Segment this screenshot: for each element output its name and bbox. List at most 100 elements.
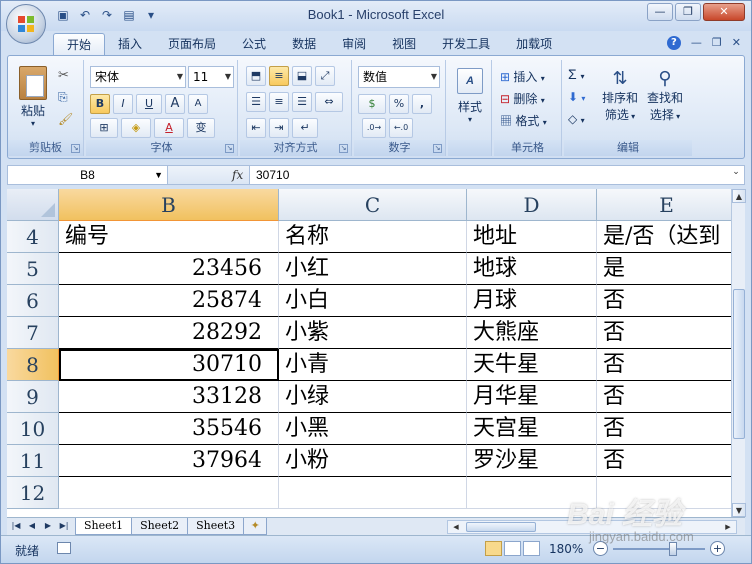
row-header[interactable]: 10 (7, 413, 59, 445)
office-button[interactable] (6, 4, 46, 44)
cell-b11[interactable]: 37964 (59, 445, 279, 477)
cell-b7[interactable]: 28292 (59, 317, 279, 349)
cell-c9[interactable]: 小绿 (279, 381, 467, 413)
next-sheet-icon[interactable]: ▶ (41, 519, 55, 533)
align-center-icon[interactable]: ≡ (269, 92, 289, 112)
row-header[interactable]: 8 (7, 349, 59, 381)
cell-c4[interactable]: 名称 (279, 221, 467, 253)
align-top-icon[interactable]: ⬒ (246, 66, 266, 86)
phonetic-button[interactable]: 变 (187, 118, 215, 138)
tab-page-layout[interactable]: 页面布局 (155, 33, 229, 55)
clipboard-launcher-icon[interactable]: ↘ (71, 144, 80, 153)
cell-e9[interactable]: 否 (597, 381, 731, 413)
name-box-dropdown-icon[interactable]: ▼ (154, 166, 163, 184)
cell-e7[interactable]: 否 (597, 317, 731, 349)
cell-b9[interactable]: 33128 (59, 381, 279, 413)
column-header-e[interactable]: E (597, 189, 731, 221)
row-header[interactable]: 7 (7, 317, 59, 349)
sheet-tab-sheet1[interactable]: Sheet1 (75, 518, 133, 535)
insert-function-icon[interactable]: fx (232, 166, 243, 184)
increase-decimal-icon[interactable]: .0→ (362, 118, 386, 138)
increase-indent-icon[interactable]: ⇥ (269, 118, 289, 138)
number-launcher-icon[interactable]: ↘ (433, 144, 442, 153)
cell-d4[interactable]: 地址 (467, 221, 597, 253)
zoom-level[interactable]: 180% (549, 542, 583, 556)
bold-button[interactable]: B (90, 94, 110, 114)
tab-home[interactable]: 开始 (53, 33, 106, 55)
tab-data[interactable]: 数据 (279, 33, 329, 55)
cell-d8[interactable]: 天牛星 (467, 349, 597, 381)
cell-c10[interactable]: 小黑 (279, 413, 467, 445)
comma-style-button[interactable]: , (412, 94, 432, 114)
expand-formula-bar-icon[interactable]: ⌄ (730, 167, 742, 183)
number-format-select[interactable]: 数值 ▼ (358, 66, 440, 88)
cell-b12[interactable] (59, 477, 279, 509)
underline-button[interactable]: U (136, 94, 162, 114)
select-all-button[interactable] (7, 189, 59, 221)
help-icon[interactable]: ? (666, 36, 681, 50)
font-color-icon[interactable]: A (154, 118, 184, 138)
formula-input[interactable]: 30710 (256, 166, 289, 184)
cell-d10[interactable]: 天宫星 (467, 413, 597, 445)
column-header-c[interactable]: C (279, 189, 467, 221)
sort-filter-button[interactable]: ⇅ 排序和 筛选 ▾ (600, 68, 640, 123)
fill-color-icon[interactable]: ◈ (121, 118, 151, 138)
scroll-down-icon[interactable]: ▼ (732, 503, 746, 517)
page-layout-view-icon[interactable] (504, 541, 521, 556)
paste-button[interactable]: 粘贴 ▾ (14, 66, 52, 128)
cell-b4[interactable]: 编号 (59, 221, 279, 253)
grow-font-button[interactable]: A (165, 94, 185, 114)
zoom-knob[interactable] (669, 542, 677, 556)
tab-developer[interactable]: 开发工具 (429, 33, 503, 55)
cell-c6[interactable]: 小白 (279, 285, 467, 317)
align-right-icon[interactable]: ☰ (292, 92, 312, 112)
shrink-font-button[interactable]: A (188, 94, 208, 114)
row-header[interactable]: 11 (7, 445, 59, 477)
borders-icon[interactable]: ⊞ (90, 118, 118, 138)
cell-d7[interactable]: 大熊座 (467, 317, 597, 349)
cell-e8[interactable]: 否 (597, 349, 731, 381)
tab-formulas[interactable]: 公式 (229, 33, 279, 55)
scroll-up-icon[interactable]: ▲ (732, 189, 746, 203)
row-header[interactable]: 12 (7, 477, 59, 509)
prev-sheet-icon[interactable]: ◀ (25, 519, 39, 533)
tab-view[interactable]: 视图 (379, 33, 429, 55)
insert-cells-button[interactable]: ⊞ 插入 ▾ (500, 68, 545, 85)
styles-button[interactable]: A 样式 ▾ (452, 68, 488, 124)
cell-c7[interactable]: 小紫 (279, 317, 467, 349)
tab-insert[interactable]: 插入 (105, 33, 155, 55)
first-sheet-icon[interactable]: |◀ (9, 519, 23, 533)
align-middle-icon[interactable]: ≡ (269, 66, 289, 86)
wrap-text-icon[interactable]: ↵ (292, 118, 318, 138)
name-box[interactable]: B8 ▼ (8, 166, 168, 184)
cell-e4[interactable]: 是/否（达到 (597, 221, 731, 253)
orientation-icon[interactable]: ⤢ (315, 66, 335, 86)
font-launcher-icon[interactable]: ↘ (225, 144, 234, 153)
column-header-d[interactable]: D (467, 189, 597, 221)
merge-center-icon[interactable]: ⇔ (315, 92, 343, 112)
cell-b10[interactable]: 35546 (59, 413, 279, 445)
scroll-left-icon[interactable]: ◀ (450, 521, 462, 533)
macro-recording-icon[interactable] (57, 542, 71, 554)
page-break-view-icon[interactable] (523, 541, 540, 556)
minimize-button[interactable]: — (647, 3, 673, 21)
cell-c12[interactable] (279, 477, 467, 509)
cut-icon[interactable]: ✂ (58, 68, 69, 83)
find-select-button[interactable]: ⚲ 查找和 选择 ▾ (644, 68, 686, 123)
font-size-select[interactable]: 11 ▼ (188, 66, 234, 88)
row-header[interactable]: 5 (7, 253, 59, 285)
format-cells-button[interactable]: ▦ 格式 ▾ (500, 112, 547, 129)
cell-c8[interactable]: 小青 (279, 349, 467, 381)
vertical-scrollbar[interactable]: ▲ ▼ (731, 189, 746, 517)
alignment-launcher-icon[interactable]: ↘ (339, 144, 348, 153)
vertical-scroll-thumb[interactable] (733, 289, 745, 439)
insert-sheet-icon[interactable]: ✦ (243, 518, 268, 535)
cell-e5[interactable]: 是 (597, 253, 731, 285)
paste-dropdown-icon[interactable]: ▾ (14, 119, 52, 128)
cell-b5[interactable]: 23456 (59, 253, 279, 285)
italic-button[interactable]: I (113, 94, 133, 114)
sheet-tab-sheet3[interactable]: Sheet3 (187, 518, 245, 535)
align-bottom-icon[interactable]: ⬓ (292, 66, 312, 86)
cell-c5[interactable]: 小红 (279, 253, 467, 285)
copy-icon[interactable]: ⎘ (58, 90, 68, 105)
